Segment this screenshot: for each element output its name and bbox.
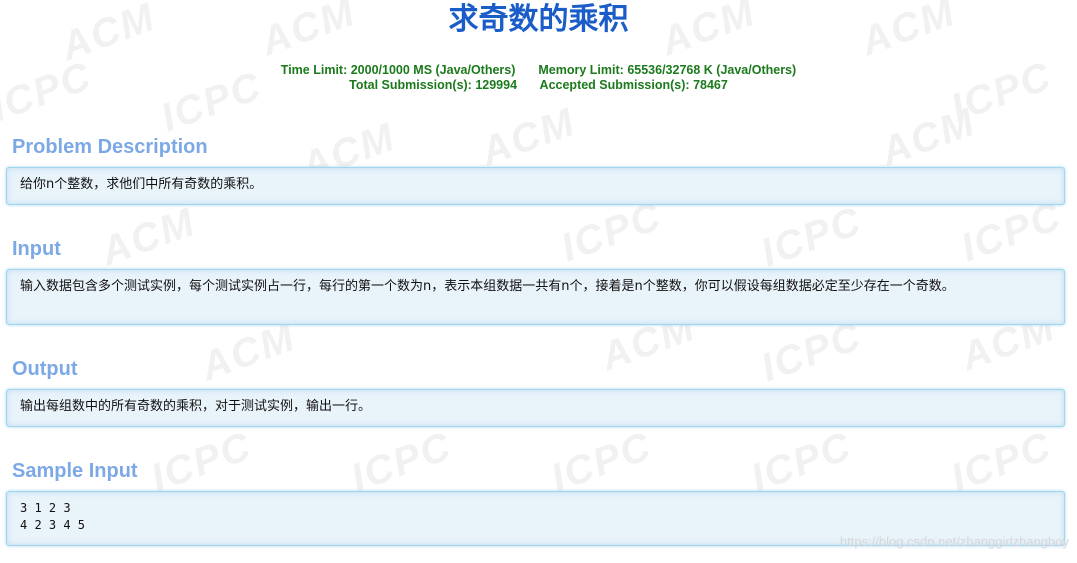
problem-page: ACM ACM ACM ACM ICPC ICPC ICPC ACM ACM A… <box>0 0 1077 563</box>
footer-watermark: https://blog.csdn.net/zhanggirlzhangboy <box>839 534 1069 549</box>
total-submissions-label: Total Submission(s): <box>349 78 472 92</box>
sample-input-heading: Sample Input <box>12 460 138 482</box>
output-panel: 输出每组数中的所有奇数的乘积，对于测试实例，输出一行。 <box>6 389 1065 427</box>
watermark-icpc: ICPC <box>755 313 868 391</box>
total-submissions-value: 129994 <box>475 78 518 92</box>
sample-input-line: 3 1 2 3 <box>20 501 71 515</box>
problem-limits: Time Limit: 2000/1000 MS (Java/Others) M… <box>0 63 1077 93</box>
watermark-icpc: ICPC <box>745 423 858 501</box>
watermark-icpc: ICPC <box>345 423 458 501</box>
problem-description-heading: Problem Description <box>12 136 208 158</box>
problem-description-text: 给你n个整数，求他们中所有奇数的乘积。 <box>20 177 263 192</box>
watermark-acm: ACM <box>195 314 302 390</box>
output-text: 输出每组数中的所有奇数的乘积，对于测试实例，输出一行。 <box>20 399 372 414</box>
memory-limit-label: Memory Limit: <box>538 63 624 77</box>
page-title: 求奇数的乘积 <box>448 2 629 37</box>
accepted-submissions-value: 78467 <box>693 78 728 92</box>
watermark-icpc: ICPC <box>555 193 668 271</box>
watermark-icpc: ICPC <box>755 198 868 276</box>
output-heading: Output <box>12 358 78 380</box>
input-heading: Input <box>12 238 61 260</box>
watermark-acm: ACM <box>95 199 202 275</box>
watermark-icpc: ICPC <box>945 423 1058 501</box>
time-limit-value: 2000/1000 MS (Java/Others) <box>350 63 516 77</box>
watermark-acm: ACM <box>875 99 982 175</box>
limits-line-1: Time Limit: 2000/1000 MS (Java/Others) M… <box>0 63 1077 78</box>
sample-input-line: 4 2 3 4 5 <box>20 518 86 532</box>
accepted-submissions-label: Accepted Submission(s): <box>539 78 690 92</box>
input-text: 输入数据包含多个测试实例，每个测试实例占一行，每行的第一个数为n，表示本组数据一… <box>20 279 955 294</box>
problem-description-panel: 给你n个整数，求他们中所有奇数的乘积。 <box>6 167 1065 205</box>
watermark-icpc: ICPC <box>145 423 258 501</box>
time-limit-label: Time Limit: <box>280 63 348 77</box>
watermark-icpc: ICPC <box>955 193 1068 271</box>
limits-line-2: Total Submission(s): 129994 Accepted Sub… <box>0 78 1077 93</box>
input-panel: 输入数据包含多个测试实例，每个测试实例占一行，每行的第一个数为n，表示本组数据一… <box>6 269 1065 325</box>
watermark-acm: ACM <box>475 99 582 175</box>
watermark-icpc: ICPC <box>545 423 658 501</box>
memory-limit-value: 65536/32768 K (Java/Others) <box>627 63 797 77</box>
